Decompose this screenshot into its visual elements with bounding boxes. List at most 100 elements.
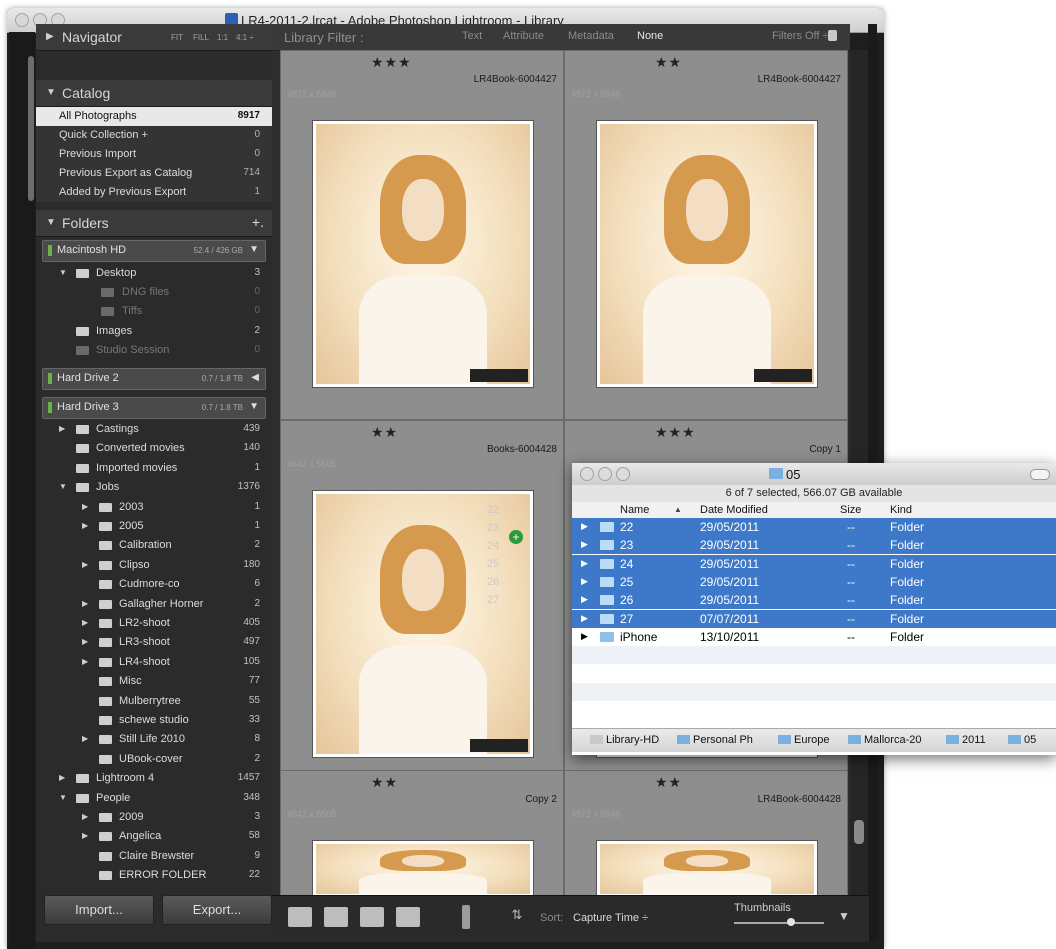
collapsed-triangle-icon[interactable]: ▶ [82, 734, 88, 743]
collapsed-triangle-icon[interactable]: ▶ [82, 812, 88, 821]
folder-calibration[interactable]: Calibration 2 [36, 536, 272, 555]
export-button[interactable]: Export... [162, 895, 272, 925]
thumbnail-cell[interactable]: ★★ LR4Book-6004428 4872 x 5846 [564, 770, 848, 897]
disclosure-triangle-icon[interactable]: ▶ [581, 631, 588, 642]
star-rating[interactable]: ★★ [371, 774, 398, 791]
filter-metadata-tab[interactable]: Metadata [568, 30, 614, 42]
column-date-modified[interactable]: Date Modified [700, 504, 768, 516]
volume-macintosh-hd[interactable]: Macintosh HD 52.4 / 426 GB ▼ [42, 240, 266, 262]
expanded-triangle-icon[interactable]: ▼ [59, 793, 67, 802]
disclosure-triangle-icon[interactable]: ▶ [581, 576, 588, 587]
painter-spray-icon[interactable] [462, 905, 470, 929]
photo-badge-icons[interactable] [470, 369, 528, 382]
nav-fit-option[interactable]: FIT [171, 33, 183, 42]
thumbnail-cell[interactable]: ★★★ LR4Book-6004427 4872 x 5846 [280, 50, 564, 420]
folder-angelica[interactable]: ▶ Angelica 58 [36, 827, 272, 846]
folders-header[interactable]: ▼ Folders +. [36, 210, 272, 237]
collapsed-triangle-icon[interactable]: ▶ [82, 618, 88, 627]
folder-lr3-shoot[interactable]: ▶ LR3-shoot 497 [36, 633, 272, 652]
path-05[interactable]: 05 [1008, 734, 1036, 746]
expanded-triangle-icon[interactable]: ▼ [249, 401, 259, 412]
filter-text-tab[interactable]: Text [462, 30, 482, 42]
folder-still-life-2010[interactable]: ▶ Still Life 2010 8 [36, 730, 272, 749]
folder-desktop[interactable]: ▼ Desktop 3 [36, 264, 272, 283]
photo-thumbnail[interactable] [597, 841, 817, 897]
finder-row[interactable]: ▶ 22 29/05/2011 -- Folder [572, 518, 1056, 536]
collapsed-triangle-icon[interactable]: ◀ [251, 372, 259, 383]
folder-2003[interactable]: ▶ 2003 1 [36, 498, 272, 517]
folder-dng-files[interactable]: DNG files 0 [36, 283, 272, 302]
finder-row[interactable]: ▶ 24 29/05/2011 -- Folder [572, 554, 1056, 573]
column-name[interactable]: Name [620, 504, 649, 516]
folder-2009[interactable]: ▶ 2009 3 [36, 808, 272, 827]
folder-jobs[interactable]: ▼ Jobs 1376 [36, 478, 272, 497]
sort-dropdown[interactable]: Capture Time ÷ [573, 912, 648, 924]
collapsed-triangle-icon[interactable]: ▶ [59, 773, 65, 782]
close-window-icon[interactable] [15, 13, 29, 27]
nav-1to1-option[interactable]: 1:1 [217, 33, 228, 42]
path-2011[interactable]: 2011 [946, 734, 986, 746]
catalog-item-added-by-export[interactable]: Added by Previous Export 1 [36, 183, 272, 202]
photo-badge-icons[interactable] [754, 369, 812, 382]
path-library-hd[interactable]: Library-HD [590, 734, 659, 746]
collapsed-triangle-icon[interactable]: ▶ [82, 502, 88, 511]
folder-studio-session[interactable]: Studio Session 0 [36, 341, 272, 360]
folder-2005[interactable]: ▶ 2005 1 [36, 517, 272, 536]
thumbnail-slider-knob[interactable] [787, 918, 795, 926]
finder-row[interactable]: ▶ 27 07/07/2011 -- Folder [572, 609, 1056, 628]
add-folder-icon[interactable]: +. [252, 214, 264, 230]
star-rating[interactable]: ★★★ [371, 54, 412, 71]
path-europe[interactable]: Europe [778, 734, 829, 746]
star-rating[interactable]: ★★★ [655, 424, 696, 441]
import-button[interactable]: Import... [44, 895, 154, 925]
photo-thumbnail[interactable] [313, 121, 533, 387]
expanded-triangle-icon[interactable]: ▼ [249, 244, 259, 255]
disclosure-triangle-icon[interactable]: ▶ [581, 613, 588, 624]
sort-direction-icon[interactable]: ⇅ [508, 907, 526, 927]
filter-attribute-tab[interactable]: Attribute [503, 30, 544, 42]
catalog-item-all-photographs[interactable]: All Photographs 8917 [36, 107, 272, 126]
survey-view-icon[interactable] [396, 907, 420, 927]
volume-hard-drive-3[interactable]: Hard Drive 3 0.7 / 1.8 TB ▼ [42, 397, 266, 419]
collapsed-triangle-icon[interactable]: ▶ [82, 637, 88, 646]
folder-converted-movies[interactable]: Converted movies 140 [36, 439, 272, 458]
finder-row[interactable]: ▶ 26 29/05/2011 -- Folder [572, 591, 1056, 610]
expanded-triangle-icon[interactable]: ▼ [59, 482, 67, 491]
folder-error-folder[interactable]: ERROR FOLDER 22 [36, 866, 272, 885]
finder-row[interactable]: ▶ 25 29/05/2011 -- Folder [572, 572, 1056, 591]
folder-imported-movies[interactable]: Imported movies 1 [36, 459, 272, 478]
finder-row[interactable]: ▶ 23 29/05/2011 -- Folder [572, 536, 1056, 555]
folder-ubook-cover[interactable]: UBook-cover 2 [36, 750, 272, 769]
navigator-header[interactable]: ▶ Navigator FIT FILL 1:1 4:1 ÷ [36, 24, 272, 51]
photo-thumbnail[interactable] [597, 121, 817, 387]
folder-lr2-shoot[interactable]: ▶ LR2-shoot 405 [36, 614, 272, 633]
catalog-item-previous-import[interactable]: Previous Import 0 [36, 145, 272, 164]
collapsed-triangle-icon[interactable]: ▶ [82, 831, 88, 840]
star-rating[interactable]: ★★ [655, 774, 682, 791]
folder-lr4-shoot[interactable]: ▶ LR4-shoot 105 [36, 653, 272, 672]
minimize-window-icon[interactable] [598, 467, 612, 481]
toolbar-menu-chevron-icon[interactable]: ▼ [838, 909, 850, 923]
folder-schewe-studio[interactable]: schewe studio 33 [36, 711, 272, 730]
disclosure-triangle-icon[interactable]: ▶ [581, 521, 588, 532]
lock-icon[interactable] [828, 30, 837, 41]
left-panel-scrollbar[interactable] [28, 56, 34, 201]
folder-gallagher-horner[interactable]: ▶ Gallagher Horner 2 [36, 595, 272, 614]
disclosure-triangle-icon[interactable]: ▶ [581, 594, 588, 605]
collapsed-triangle-icon[interactable]: ▶ [59, 424, 65, 433]
folder-castings[interactable]: ▶ Castings 439 [36, 420, 272, 439]
collapsed-triangle-icon[interactable]: ▶ [82, 657, 88, 666]
compare-view-icon[interactable] [360, 907, 384, 927]
volume-hard-drive-2[interactable]: Hard Drive 2 0.7 / 1.8 TB ◀ [42, 368, 266, 390]
thumbnail-cell[interactable]: ★★ LR4Book-6004427 4872 x 5846 [564, 50, 848, 420]
grid-scroll-thumb[interactable] [854, 820, 864, 844]
column-kind[interactable]: Kind [890, 504, 912, 516]
disclosure-triangle-icon[interactable]: ▶ [581, 539, 588, 550]
photo-thumbnail[interactable] [313, 841, 533, 897]
folder-people[interactable]: ▼ People 348 [36, 789, 272, 808]
zoom-window-icon[interactable] [616, 467, 630, 481]
path-mallorca[interactable]: Mallorca-20 [848, 734, 921, 746]
column-size[interactable]: Size [840, 504, 861, 516]
star-rating[interactable]: ★★ [655, 54, 682, 71]
expanded-triangle-icon[interactable]: ▼ [59, 268, 67, 277]
